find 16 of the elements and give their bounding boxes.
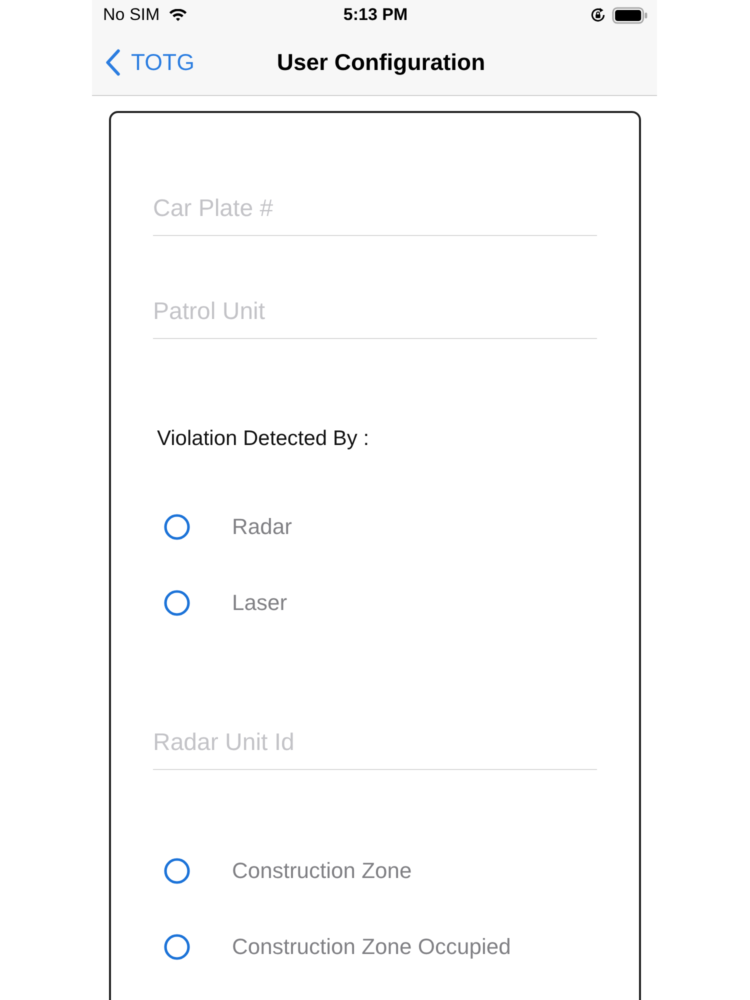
chevron-left-icon [105, 49, 121, 76]
screen-title: User Configuration [276, 49, 486, 76]
status-time: 5:13 PM [343, 5, 408, 25]
radio-option[interactable]: Construction Zone [164, 851, 412, 891]
radio-option[interactable]: Construction Zone Occupied [164, 927, 511, 967]
rotation-lock-icon [590, 7, 606, 23]
text-field[interactable]: Radar Unit Id [153, 725, 597, 770]
radio-option[interactable]: Radar [164, 507, 292, 547]
radio-option[interactable]: Laser [164, 583, 288, 623]
carrier-label: No SIM [103, 5, 160, 25]
text-field[interactable]: Patrol Unit [153, 294, 597, 339]
text-field[interactable]: Car Plate # [153, 191, 597, 236]
wifi-icon [168, 8, 187, 22]
battery-icon [612, 6, 648, 24]
back-button[interactable]: TOTG [105, 49, 194, 76]
section-label: Violation Detected By : [157, 427, 370, 451]
